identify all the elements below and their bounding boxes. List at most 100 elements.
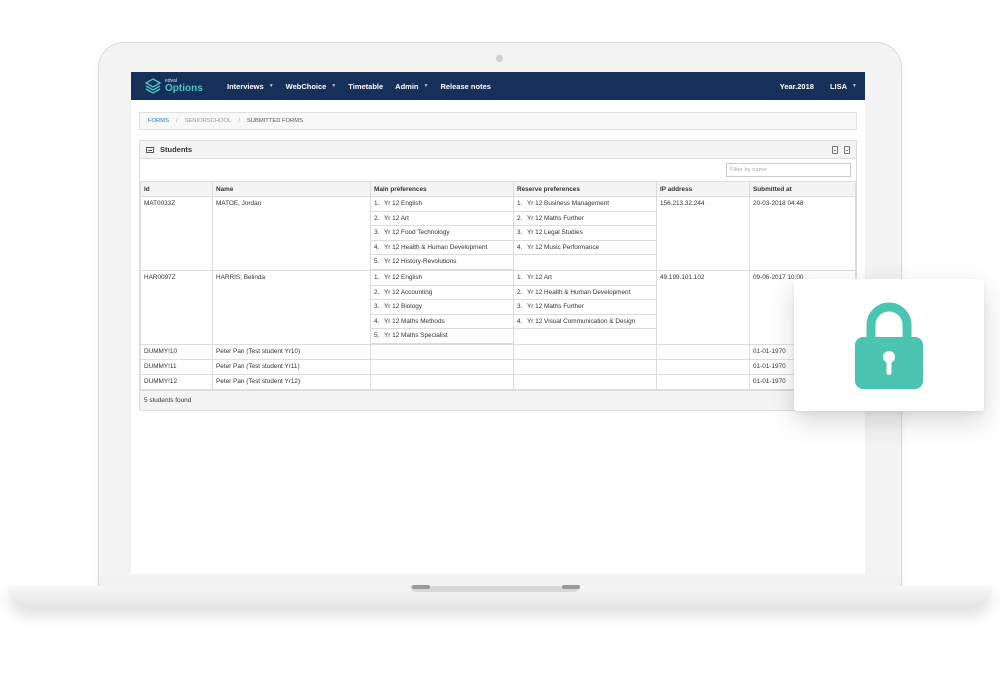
cell-ip-address-text: 49.199.101.102 [660,273,705,281]
laptop-hinge-right [562,585,580,589]
nav-item-timetable[interactable]: Timetable [348,82,383,91]
table-row[interactable]: MAT0033Z MATOE, Jordan 1. Yr 12 English 2. Yr… [140,196,856,271]
cell-name: HARRIS, Belinda [212,269,371,345]
cell-main-preferences: 1. Yr 12 English 2. Yr 12 Art 3. Yr 12 Food T… [370,196,514,271]
file-pdf-icon[interactable] [844,145,850,154]
column-header[interactable]: Reserve preferences [513,181,657,197]
result-count: 5 students found [144,396,192,404]
brand-text: edval Options [165,78,203,94]
breadcrumb-separator: / [175,118,178,124]
nav-item-release-notes[interactable]: Release notes [440,82,490,91]
year-menu[interactable]: Year.2018 [780,82,814,91]
preference-label: Yr 12 Art [527,273,552,281]
brand-logo-link[interactable]: edval Options [145,78,215,94]
cell-reserve-preferences: 1. Yr 12 Business Management 2. Yr 12 Maths… [513,196,657,271]
nav-item-admin[interactable]: Admin ▼ [395,82,428,91]
preference-number: 2. [374,214,380,222]
cell-name-text: Peter Pan (Test student Yr12) [216,377,301,385]
cell-id-text: MAT0033Z [144,200,176,207]
cell-main-preferences: 1. Yr 12 English 2. Yr 12 Accounting 3. Yr 12… [370,269,514,345]
preference-label: Yr 12 Maths Methods [384,317,445,325]
preference-number: 2. [517,288,523,296]
cell-reserve-preferences [513,373,657,390]
nav-item-interviews[interactable]: Interviews ▼ [227,82,274,91]
table-row[interactable]: DUMMY!11 Peter Pan (Test student Yr11) 01-… [140,358,856,375]
preference-item: 3. Yr 12 Maths Further [514,300,656,315]
panel-header: Students [140,141,856,159]
preference-label: Yr 12 Art [384,214,409,222]
file-excel-icon[interactable] [832,145,838,154]
preference-number: 1. [374,273,380,281]
table-header-row: Id Name Main preferences Reserve preference… [140,181,856,197]
laptop-hinge-left [412,585,430,589]
nav-right: Year.2018 LISA ▼ [764,82,857,91]
preference-label: Yr 12 Maths Further [527,214,584,222]
table-row[interactable]: DUMMY!12 Peter Pan (Test student Yr12) 01-… [140,373,856,390]
cell-id: DUMMY!11 [140,358,213,375]
preference-label: Yr 12 English [384,273,423,281]
column-header[interactable]: Submitted at [749,181,856,197]
breadcrumb-seniorschool[interactable]: SENIORSCHOOL [185,118,232,124]
cell-ip-address [656,343,750,360]
chevron-down-icon: ▼ [268,83,274,89]
cell-reserve-preferences [513,358,657,375]
cell-id-text: DUMMY!12 [144,377,178,385]
preference-number: 2. [517,214,523,222]
column-header[interactable]: Main preferences [370,181,514,197]
cell-name-text: Peter Pan (Test student Yr11) [216,362,300,370]
table-row[interactable]: DUMMY!10 Peter Pan (Test student Yr10) 01-… [140,343,856,360]
cell-submitted-at-text: 20-03-2018 04:48 [753,200,804,207]
preference-number: 4. [374,243,380,251]
cell-ip-address [656,373,750,390]
column-header[interactable]: Name [212,181,371,197]
cell-name-text: MATOE, Jordan [216,200,262,207]
app-screen: edval Options Interviews ▼ WebChoice ▼ Timet… [131,72,865,574]
cell-reserve-preferences: 1. Yr 12 Art 2. Yr 12 Health & Human Develo… [513,269,657,345]
preference-number: 3. [374,229,380,237]
cell-ip-address [656,358,750,375]
chevron-down-icon: ▼ [331,83,337,89]
cell-id: DUMMY!10 [140,343,213,360]
nav-item-label: Release notes [440,81,491,91]
cell-name-text: Peter Pan (Test student Yr10) [216,347,301,355]
chevron-down-icon: ▼ [423,83,429,89]
filter-by-name-input[interactable] [726,163,851,177]
preference-label: Yr 12 Business Management [527,200,610,207]
lock-card [794,279,984,411]
preference-label: Yr 12 Music Performance [527,243,600,251]
breadcrumb-forms-link[interactable]: FORMS [148,118,169,124]
preference-number: 1. [374,200,380,207]
preference-label: Yr 12 Maths Specialist [384,332,448,340]
cell-ip-address-text: 156.213.32.244 [660,200,705,207]
cell-submitted-at-text: 01-01-1970 [753,362,786,370]
chevron-down-icon: ▼ [852,83,857,89]
preference-number: 3. [517,303,523,311]
preference-label: Yr 12 Legal Studies [527,229,583,237]
cell-main-preferences [370,343,514,360]
user-menu[interactable]: LISA ▼ [830,82,857,91]
preference-number: 5. [374,258,380,266]
preference-label: Yr 12 Food Technology [384,229,450,237]
panel-title: Students [160,145,193,154]
preference-item: 3. Yr 12 Biology [371,300,513,315]
padlock-icon [855,302,923,389]
preference-number: 4. [374,317,380,325]
cell-name: Peter Pan (Test student Yr12) [212,373,371,390]
top-navbar: edval Options Interviews ▼ WebChoice ▼ Timet… [131,72,865,100]
preference-item: 2. Yr 12 Maths Further [514,212,656,227]
preference-label: Yr 12 Maths Further [527,303,584,311]
preference-item: 2. Yr 12 Art [371,212,513,227]
preference-number: 3. [374,303,380,311]
cell-reserve-preferences [513,343,657,360]
preference-item: 2. Yr 12 Accounting [371,286,513,301]
cell-submitted-at: 20-03-2018 04:48 [749,196,856,271]
preference-number: 4. [517,243,523,251]
nav-item-webchoice[interactable]: WebChoice ▼ [286,82,337,91]
cell-id: DUMMY!12 [140,373,213,390]
table-row[interactable]: HAR0097Z HARRIS, Belinda 1. Yr 12 English 2.… [140,269,856,345]
column-header[interactable]: Id [140,181,213,197]
column-header[interactable]: IP address [656,181,750,197]
breadcrumb: FORMS / SENIORSCHOOL / SUBMITTED FORMS [139,112,857,130]
cell-name: MATOE, Jordan [212,196,371,271]
preference-label: Yr 12 Biology [384,303,423,311]
